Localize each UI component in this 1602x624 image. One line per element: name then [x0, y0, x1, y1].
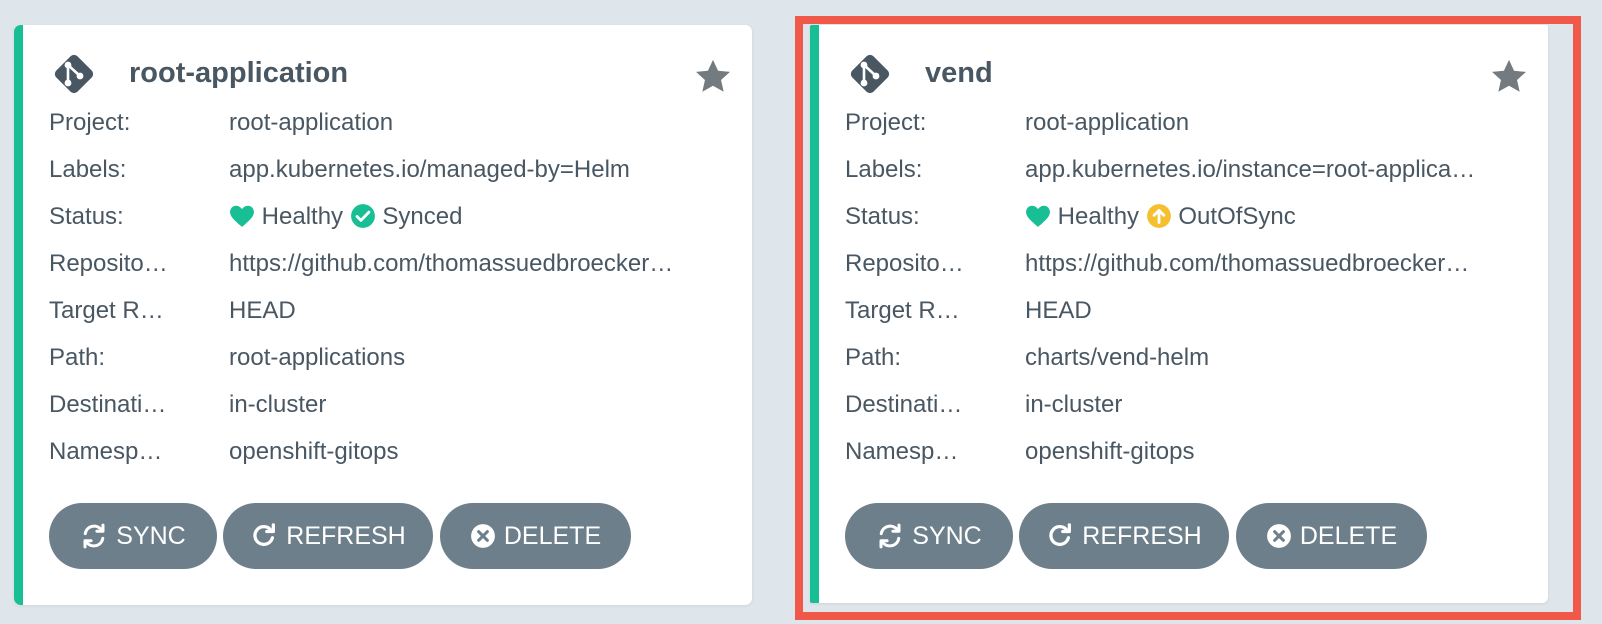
namespace-value: openshift-gitops [1025, 438, 1195, 465]
refresh-button[interactable]: REFRESH [223, 503, 433, 569]
git-icon [54, 54, 94, 94]
status-value: Healthy Synced [229, 197, 732, 237]
destination-value: in-cluster [1025, 391, 1123, 418]
labels-row: Labels: app.kubernetes.io/instance=root-… [845, 150, 1528, 190]
times-circle-icon [1266, 524, 1291, 548]
destination-value: in-cluster [229, 391, 327, 418]
namespace-row: Namesp… openshift-gitops [49, 432, 732, 472]
path-label: Path: [49, 344, 106, 371]
destination-label: Destinati… [49, 391, 167, 418]
status-value: Healthy OutOfSync [1025, 197, 1528, 237]
path-value: root-applications [229, 344, 406, 371]
target-revision-row: Target R… HEAD [845, 291, 1528, 331]
repository-value: https://github.com/thomassuedbroecker… [229, 250, 674, 277]
times-circle-icon [470, 524, 495, 548]
status-label: Status: [49, 203, 124, 230]
refresh-button-label: REFRESH [286, 522, 406, 550]
destination-row: Destinati… in-cluster [845, 385, 1528, 425]
namespace-label: Namesp… [49, 438, 163, 465]
namespace-value: openshift-gitops [229, 438, 399, 465]
target-revision-label: Target R… [845, 297, 960, 324]
repository-label: Reposito… [845, 250, 964, 277]
delete-button[interactable]: DELETE [1236, 503, 1427, 569]
git-icon [850, 54, 890, 94]
refresh-icon [253, 523, 276, 546]
sync-button-label: SYNC [912, 522, 982, 550]
project-row: Project: root-application [49, 103, 732, 143]
status-row: Status: Healthy Synced [49, 197, 732, 237]
target-revision-label: Target R… [49, 297, 164, 324]
repository-value: https://github.com/thomassuedbroecker… [1025, 250, 1470, 277]
app-name[interactable]: root-application [129, 55, 348, 91]
delete-button-label: DELETE [1299, 522, 1398, 550]
labels-row: Labels: app.kubernetes.io/managed-by=Hel… [49, 150, 732, 190]
sync-button[interactable]: SYNC [49, 503, 217, 569]
status-row: Status: Healthy OutOfSync [845, 197, 1528, 237]
favorite-star-icon[interactable] [692, 56, 734, 98]
sync-status: OutOfSync [1178, 203, 1296, 230]
labels-label: Labels: [49, 156, 127, 183]
application-card-root-application[interactable]: root-application Project: root-applicati… [14, 25, 752, 605]
arrow-up-circle-icon [1146, 203, 1171, 228]
delete-button-label: DELETE [503, 522, 602, 550]
destination-row: Destinati… in-cluster [49, 385, 732, 425]
health-status: Healthy [1057, 203, 1140, 230]
application-card-vend[interactable]: vend Project: root-application Labels: a… [810, 25, 1548, 603]
status-label: Status: [845, 203, 920, 230]
path-value: charts/vend-helm [1025, 344, 1210, 371]
labels-value: app.kubernetes.io/managed-by=Helm [229, 156, 630, 183]
repository-row: Reposito… https://github.com/thomassuedb… [49, 244, 732, 284]
path-row: Path: root-applications [49, 338, 732, 378]
path-row: Path: charts/vend-helm [845, 338, 1528, 378]
health-status: Healthy [261, 203, 344, 230]
labels-label: Labels: [845, 156, 923, 183]
sync-button[interactable]: SYNC [845, 503, 1013, 569]
heart-icon [1026, 205, 1050, 227]
refresh-icon [1049, 523, 1072, 546]
repository-label: Reposito… [49, 250, 168, 277]
project-row: Project: root-application [845, 103, 1528, 143]
destination-label: Destinati… [845, 391, 963, 418]
check-circle-icon [350, 203, 375, 228]
heart-icon [230, 205, 254, 227]
favorite-star-icon[interactable] [1488, 56, 1530, 98]
target-revision-value: HEAD [229, 297, 296, 324]
refresh-button-label: REFRESH [1082, 522, 1202, 550]
sync-status: Synced [382, 203, 463, 230]
sync-icon [879, 523, 901, 549]
path-label: Path: [845, 344, 902, 371]
target-revision-row: Target R… HEAD [49, 291, 732, 331]
project-label: Project: [845, 109, 927, 136]
namespace-label: Namesp… [845, 438, 959, 465]
project-label: Project: [49, 109, 131, 136]
target-revision-value: HEAD [1025, 297, 1092, 324]
sync-button-label: SYNC [116, 522, 186, 550]
repository-row: Reposito… https://github.com/thomassuedb… [845, 244, 1528, 284]
project-value: root-application [229, 109, 394, 136]
labels-value: app.kubernetes.io/instance=root-applica… [1025, 156, 1476, 183]
app-name[interactable]: vend [925, 55, 993, 91]
project-value: root-application [1025, 109, 1190, 136]
delete-button[interactable]: DELETE [440, 503, 631, 569]
sync-icon [83, 523, 105, 549]
namespace-row: Namesp… openshift-gitops [845, 432, 1528, 472]
refresh-button[interactable]: REFRESH [1019, 503, 1229, 569]
